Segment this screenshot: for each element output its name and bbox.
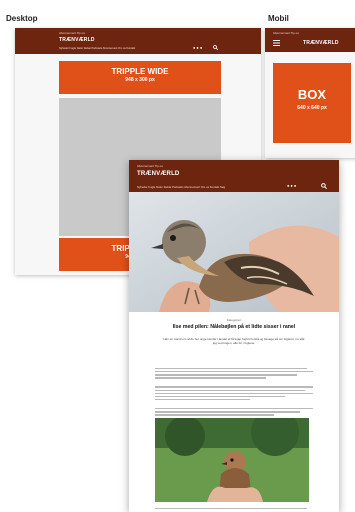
mobile-ad-title: BOX [297, 87, 327, 102]
search-icon[interactable] [213, 45, 218, 50]
article-social-icons[interactable]: ●●● [287, 183, 297, 188]
desktop-ad-top-size: 948 x 300 px [125, 77, 155, 83]
article-body-text-2 [155, 506, 313, 511]
desktop-ad-top[interactable]: TRIPPLE WIDE 948 x 300 px [59, 61, 221, 94]
article-lead: Han en mand om af de her unge kender i l… [163, 337, 305, 345]
article-headline: Ilse med pilen: Nålebøjlen på et lidte s… [172, 324, 296, 330]
mobile-label: Mobil [268, 14, 289, 23]
mobile-logo[interactable]: TRÆNVÆRLD [303, 40, 339, 46]
article-logo[interactable]: TRÆNVÆRLD [137, 171, 179, 177]
desktop-header: Abonnement Tip os TRÆNVÆRLD Nyheder Fugl… [15, 28, 261, 54]
desktop-label: Desktop [6, 14, 38, 23]
article-kicker: Kategorien [226, 318, 242, 322]
mobile-ad-box[interactable]: BOX 640 x 640 px [273, 63, 351, 143]
article-nav[interactable]: Nyheder Fugle Natur Debat Podcasts Abonn… [137, 185, 225, 189]
article-page: Abonnement Tip os TRÆNVÆRLD Nyheder Fugl… [129, 160, 339, 512]
article-header: Abonnement Tip os TRÆNVÆRLD Nyheder Fugl… [129, 160, 339, 192]
article-body-text [155, 366, 313, 418]
mobile-toplinks[interactable]: Abonnement Tip os [273, 31, 299, 35]
mobile-header: Abonnement Tip os TRÆNVÆRLD [265, 28, 355, 52]
desktop-toplinks[interactable]: Abonnement Tip os [59, 31, 85, 35]
desktop-logo[interactable]: TRÆNVÆRLD [59, 37, 95, 43]
mobile-mockup: Abonnement Tip os TRÆNVÆRLD BOX 640 x 64… [265, 28, 355, 158]
search-icon[interactable] [321, 183, 327, 189]
article-toplinks[interactable]: Abonnement Tip os [137, 164, 163, 168]
article-hero-image [129, 192, 339, 312]
desktop-ad-top-title: TRIPPLE WIDE [111, 67, 169, 76]
mobile-ad-size: 640 x 640 px [297, 105, 327, 111]
desktop-social-icons[interactable]: ●●● [193, 45, 203, 50]
hamburger-menu-icon[interactable] [273, 40, 280, 46]
article-inline-image [155, 418, 309, 502]
desktop-nav[interactable]: Nyheder Fugle Natur Debat Podcasts Abonn… [59, 47, 135, 50]
